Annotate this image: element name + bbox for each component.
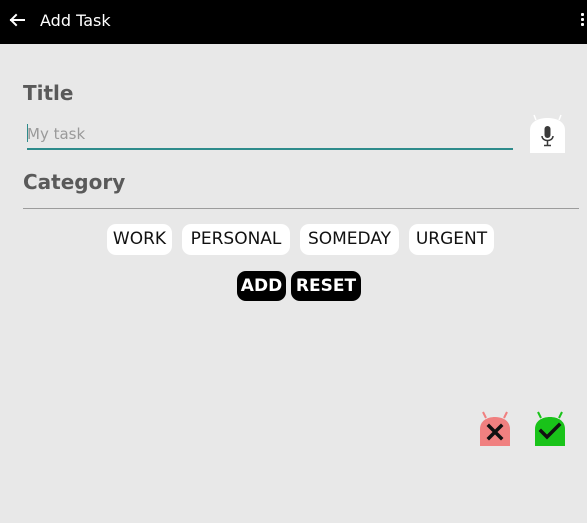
- category-chip-work[interactable]: WORK: [107, 224, 172, 255]
- reset-button[interactable]: RESET: [291, 271, 361, 301]
- category-label: Category: [23, 170, 126, 194]
- screen-title: Add Task: [40, 11, 111, 30]
- category-chip-someday[interactable]: SOMEDAY: [300, 224, 399, 255]
- back-arrow-icon[interactable]: [9, 12, 25, 28]
- text-cursor: [27, 124, 28, 142]
- task-title-input[interactable]: [27, 122, 513, 150]
- confirm-robot-icon[interactable]: [534, 411, 566, 446]
- cancel-robot-icon[interactable]: [479, 411, 511, 446]
- microphone-icon[interactable]: [529, 112, 566, 153]
- category-chip-personal[interactable]: PERSONAL: [182, 224, 290, 255]
- category-divider: [23, 208, 579, 209]
- overflow-menu-icon[interactable]: [581, 13, 585, 29]
- add-button[interactable]: ADD: [237, 271, 286, 301]
- action-bar: Add Task: [0, 0, 587, 44]
- category-chip-urgent[interactable]: URGENT: [409, 224, 494, 255]
- title-label: Title: [23, 81, 74, 105]
